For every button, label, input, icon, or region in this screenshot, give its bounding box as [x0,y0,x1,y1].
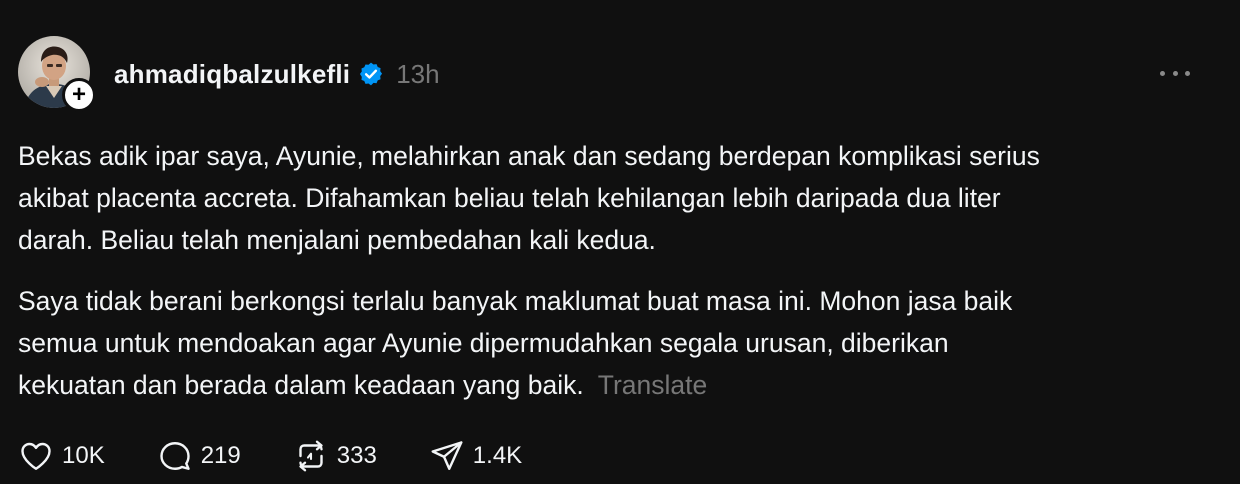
like-count: 10K [62,442,105,469]
post-paragraph-2: Saya tidak berani berkongsi terlalu bany… [18,280,1218,406]
threads-post: + ahmadiqbalzulkefli 13h Bekas adik ipar… [0,0,1240,484]
repost-icon [299,440,323,472]
action-bar: 10K 219 333 1.4K [18,436,574,476]
text-line: semua untuk mendoakan agar Ayunie diperm… [18,328,949,358]
more-options-button[interactable] [1160,60,1190,86]
text-line: akibat placenta accreta. Difahamkan beli… [18,183,1001,213]
post-paragraph-1: Bekas adik ipar saya, Ayunie, melahirkan… [18,135,1218,261]
send-icon [431,441,463,470]
text-line: Bekas adik ipar saya, Ayunie, melahirkan… [18,141,1040,171]
verified-badge-icon [360,62,383,86]
text-line: Saya tidak berani berkongsi terlalu bany… [18,286,1013,316]
repost-count: 333 [336,442,377,469]
post-header: ahmadiqbalzulkefli 13h [114,56,440,92]
text-line: darah. Beliau telah menjalani pembedahan… [18,225,656,255]
comment-button[interactable]: 219 [157,438,241,474]
repost-button[interactable]: 333 [293,438,377,474]
like-button[interactable]: 10K [18,438,105,474]
translate-link[interactable]: Translate [598,370,707,400]
comment-bubble-icon [160,442,190,470]
post-time[interactable]: 13h [396,59,439,90]
text-line-last: kekuatan dan berada dalam keadaan yang b… [18,364,1218,406]
username[interactable]: ahmadiqbalzulkefli [114,59,350,90]
heart-icon [21,442,51,470]
avatar-container[interactable]: + [18,36,96,112]
more-dot [1185,70,1190,76]
more-dot [1160,70,1165,76]
share-count: 1.4K [472,442,523,469]
text-line-content: kekuatan dan berada dalam keadaan yang b… [18,370,584,400]
comment-count: 219 [200,442,241,469]
share-button[interactable]: 1.4K [429,438,522,474]
follow-plus-icon[interactable]: + [62,78,96,112]
more-dot [1172,70,1178,76]
